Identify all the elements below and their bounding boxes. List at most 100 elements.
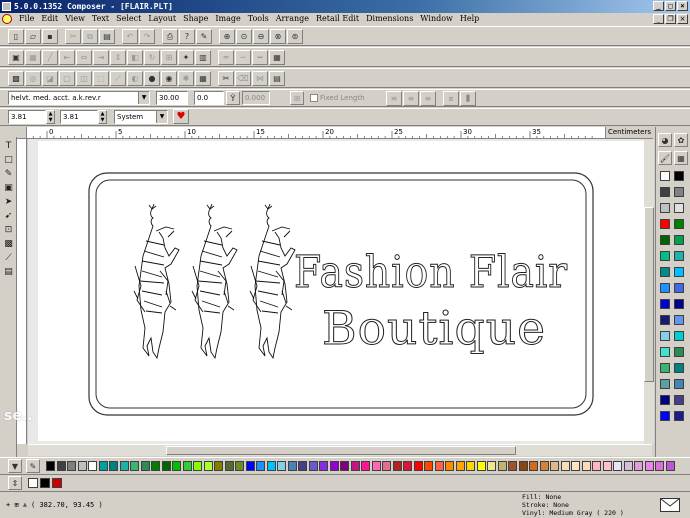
swatch-icon[interactable]: ▦ (674, 151, 688, 165)
align-center-icon[interactable]: ⇔ (76, 50, 92, 65)
palette-icon[interactable]: ◕ (658, 133, 672, 147)
text-line-1[interactable]: Fashion Flair (294, 247, 568, 299)
color-swatch[interactable] (613, 461, 622, 471)
color-swatch[interactable] (592, 461, 601, 471)
envelope-icon[interactable]: ⬚ (93, 71, 109, 86)
line-icon[interactable]: ╱ (42, 50, 58, 65)
paste-icon[interactable]: ▤ (99, 29, 115, 44)
recent-color-swatch[interactable] (28, 478, 38, 488)
fixed-length-checkbox[interactable]: Fixed Length (310, 94, 365, 102)
menu-dimensions[interactable]: Dimensions (363, 13, 417, 25)
color-swatch[interactable] (319, 461, 328, 471)
text-tool-icon[interactable]: T (2, 139, 15, 152)
color-swatch[interactable] (98, 461, 108, 471)
color-swatch[interactable] (424, 461, 433, 471)
color-swatch[interactable] (151, 461, 160, 471)
color-swatch[interactable] (674, 251, 684, 261)
menu-select[interactable]: Select (113, 13, 145, 25)
heart-icon[interactable]: ♥ (173, 109, 189, 124)
color-swatch[interactable] (550, 461, 559, 471)
color-swatch[interactable] (634, 461, 643, 471)
color-swatch[interactable] (665, 461, 675, 471)
color-swatch[interactable] (413, 461, 423, 471)
color-swatch[interactable] (660, 187, 670, 197)
color-swatch[interactable] (308, 461, 318, 471)
text-fill-icon[interactable]: ⧈ (443, 91, 459, 106)
color-swatch[interactable] (660, 411, 670, 421)
color-swatch[interactable] (674, 187, 684, 197)
color-swatch[interactable] (660, 331, 670, 341)
color-swatch[interactable] (77, 461, 87, 471)
color-swatch[interactable] (445, 461, 454, 471)
menu-text[interactable]: Text (89, 13, 113, 25)
color-swatch[interactable] (660, 235, 670, 245)
help-icon[interactable]: ? (179, 29, 195, 44)
menu-image[interactable]: Image (212, 13, 244, 25)
menu-retail-edit[interactable]: Retail Edit (313, 13, 363, 25)
font-select[interactable]: helvt. med. acct. a.k.rev.r ▼ (8, 91, 150, 105)
color-swatch[interactable] (434, 461, 444, 471)
connect-icon[interactable]: ⋈ (252, 71, 268, 86)
color-swatch[interactable] (67, 461, 76, 471)
mirror-icon[interactable]: ◧ (127, 50, 143, 65)
mail-icon[interactable] (660, 498, 680, 512)
color-swatch[interactable] (235, 461, 244, 471)
color-swatch[interactable] (277, 461, 286, 471)
pen-tool-icon[interactable]: ✎ (2, 167, 15, 180)
width-input[interactable]: 3.81 (8, 110, 46, 124)
node-edit-icon[interactable]: ✦ (178, 50, 194, 65)
color-swatch[interactable] (674, 203, 684, 213)
color-swatch[interactable] (298, 461, 307, 471)
align-left-icon[interactable]: ⇤ (59, 50, 75, 65)
color-swatch[interactable] (193, 461, 202, 471)
color-swatch[interactable] (660, 363, 670, 373)
color-swatch[interactable] (660, 379, 670, 389)
arrow-up-down-icon[interactable]: ⇕ (8, 476, 22, 490)
weld-icon[interactable]: ⊞ (161, 50, 177, 65)
color-swatch[interactable] (109, 461, 118, 471)
color-swatch[interactable] (497, 461, 507, 471)
fashion-figure-2[interactable] (191, 203, 238, 360)
color-swatch[interactable] (214, 461, 223, 471)
ruler-corner[interactable] (17, 127, 27, 139)
color-swatch[interactable] (674, 379, 684, 389)
color-swatch[interactable] (660, 283, 670, 293)
menu-tools[interactable]: Tools (245, 13, 273, 25)
fill-color-icon[interactable]: ▼ (8, 459, 22, 473)
color-swatch[interactable] (455, 461, 465, 471)
color-swatch[interactable] (392, 461, 402, 471)
doc-minimize-button[interactable]: _ (653, 14, 664, 24)
text-right-icon[interactable]: ≡ (420, 91, 436, 106)
color-swatch[interactable] (172, 461, 181, 471)
frame-tool-icon[interactable]: ⊡ (2, 223, 15, 236)
color-swatch[interactable] (361, 461, 370, 471)
color-swatch[interactable] (266, 461, 276, 471)
zoom-out-icon[interactable]: ⊖ (253, 29, 269, 44)
menu-help[interactable]: Help (457, 13, 483, 25)
distribute-icon[interactable]: ⇕ (110, 50, 126, 65)
menu-view[interactable]: View (62, 13, 89, 25)
color-swatch[interactable] (119, 461, 129, 471)
height-input[interactable]: 3.81 (60, 110, 98, 124)
color-swatch[interactable] (660, 315, 670, 325)
color-swatch[interactable] (674, 363, 684, 373)
zoom-in-icon[interactable]: ⊕ (219, 29, 235, 44)
color-edit-icon[interactable]: ✎ (26, 459, 40, 473)
inline-icon[interactable]: ◫ (76, 71, 92, 86)
width-spinner[interactable]: ▲ ▼ (46, 110, 55, 124)
node-tool-icon[interactable]: ➹ (2, 209, 15, 222)
color-swatch[interactable] (660, 347, 670, 357)
width-field[interactable]: 0.000 (242, 91, 270, 105)
new-icon[interactable]: ▯ (8, 29, 24, 44)
color-swatch[interactable] (287, 461, 297, 471)
horizontal-scroll-thumb[interactable] (166, 446, 516, 455)
color-swatch[interactable] (660, 203, 670, 213)
color-swatch[interactable] (203, 461, 213, 471)
document-icon[interactable] (2, 14, 12, 24)
knife-icon[interactable]: ✂ (218, 71, 234, 86)
line-thin-icon[interactable]: ─ (235, 50, 251, 65)
line-style-icon[interactable]: ═ (218, 50, 234, 65)
outline-icon[interactable]: ▢ (59, 71, 75, 86)
cut-icon[interactable]: ✂ (65, 29, 81, 44)
color-swatch[interactable] (56, 461, 66, 471)
